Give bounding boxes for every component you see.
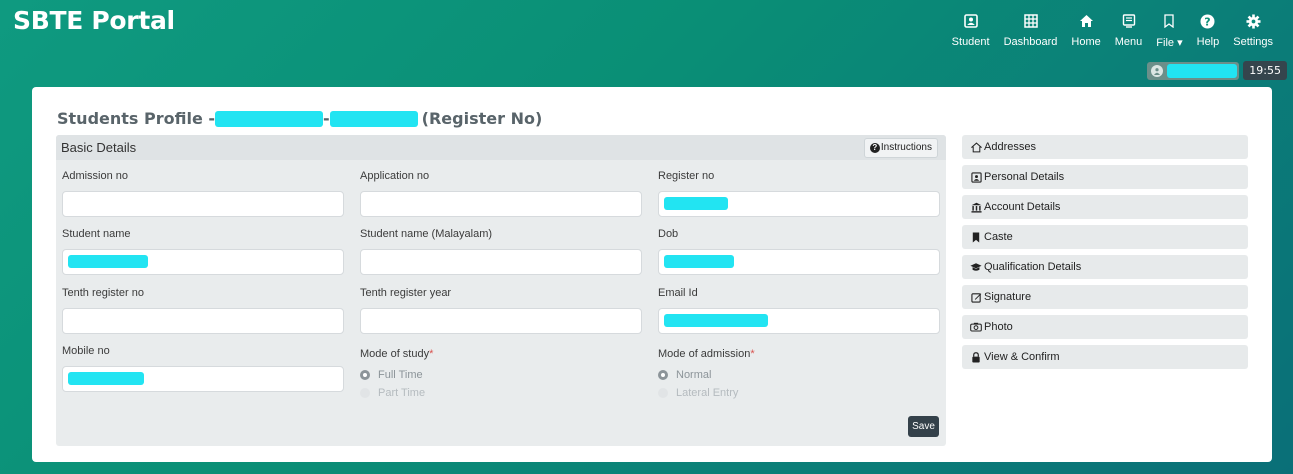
student-name-field: Student name xyxy=(62,228,344,275)
radio-selected-icon xyxy=(658,370,668,380)
redacted-value xyxy=(68,372,144,385)
radio-full-time[interactable]: Full Time xyxy=(360,369,642,381)
register-no-field: Register no xyxy=(658,170,940,217)
mobile-no-field: Mobile no xyxy=(62,345,344,392)
redacted-value xyxy=(664,314,768,327)
menu-icon xyxy=(1122,10,1136,32)
mode-of-admission-group: Mode of admission* Normal Lateral Entry xyxy=(658,348,940,399)
email-id-field: Email Id xyxy=(658,287,940,334)
mode-of-study-group: Mode of study* Full Time Part Time xyxy=(360,348,642,399)
redacted-value xyxy=(664,255,734,268)
redacted-register-no xyxy=(329,110,418,127)
radio-lateral-entry[interactable]: Lateral Entry xyxy=(658,387,940,399)
admission-no-input[interactable] xyxy=(62,191,344,217)
app-title: SBTE Portal xyxy=(13,6,175,35)
student-icon xyxy=(963,10,978,32)
sidebar-item-qualification-details[interactable]: Qualification Details xyxy=(962,255,1248,279)
lock-icon xyxy=(970,351,982,363)
sidebar-item-caste[interactable]: Caste xyxy=(962,225,1248,249)
redacted-username xyxy=(1167,63,1238,78)
application-no-input[interactable] xyxy=(360,191,642,217)
redacted-value xyxy=(664,197,728,210)
nav-help[interactable]: ? Help xyxy=(1190,10,1227,49)
bank-icon xyxy=(970,201,982,213)
edit-icon xyxy=(970,291,982,303)
save-button[interactable]: Save xyxy=(908,416,939,437)
application-no-field: Application no xyxy=(360,170,642,217)
gear-icon xyxy=(1246,10,1261,32)
student-name-malayalam-input[interactable] xyxy=(360,249,642,275)
camera-icon xyxy=(970,321,982,333)
user-icon xyxy=(1151,64,1164,77)
sidebar-item-personal-details[interactable]: Personal Details xyxy=(962,165,1248,189)
radio-selected-icon xyxy=(360,370,370,380)
svg-text:?: ? xyxy=(1205,15,1211,28)
sidebar-item-addresses[interactable]: Addresses xyxy=(962,135,1248,159)
home-outline-icon xyxy=(970,141,982,153)
instructions-button[interactable]: ? Instructions xyxy=(863,137,938,158)
sidebar-item-account-details[interactable]: Account Details xyxy=(962,195,1248,219)
student-name-malayalam-field: Student name (Malayalam) xyxy=(360,228,642,275)
nav-settings[interactable]: Settings xyxy=(1226,10,1280,49)
nav-menu[interactable]: Menu xyxy=(1108,10,1150,49)
nav-home[interactable]: Home xyxy=(1064,10,1107,49)
clock: 19:55 xyxy=(1243,61,1287,80)
sidebar-item-photo[interactable]: Photo xyxy=(962,315,1248,339)
profile-card: Students Profile - - (Register No) Basic… xyxy=(32,87,1272,462)
profile-sidebar: Addresses Personal Details Account Detai… xyxy=(962,135,1248,375)
bookmark-icon xyxy=(970,231,982,243)
page-title: Students Profile - - (Register No) xyxy=(57,109,543,128)
tenth-register-year-input[interactable] xyxy=(360,308,642,334)
graduation-cap-icon xyxy=(970,261,982,273)
bookmark-icon xyxy=(1163,10,1175,32)
chevron-down-icon: ▾ xyxy=(1177,37,1183,49)
basic-details-panel: Basic Details ? Instructions Admission n… xyxy=(56,135,946,446)
nav-dashboard[interactable]: Dashboard xyxy=(997,10,1065,49)
panel-title: Basic Details xyxy=(61,140,137,155)
sidebar-item-signature[interactable]: Signature xyxy=(962,285,1248,309)
tenth-register-no-input[interactable] xyxy=(62,308,344,334)
radio-part-time[interactable]: Part Time xyxy=(360,387,642,399)
sidebar-item-view-confirm[interactable]: View & Confirm xyxy=(962,345,1248,369)
user-bar: 19:55 xyxy=(1147,61,1287,80)
tenth-register-no-field: Tenth register no xyxy=(62,287,344,334)
tenth-register-year-field: Tenth register year xyxy=(360,287,642,334)
redacted-student-name xyxy=(215,110,324,127)
dashboard-icon xyxy=(1023,10,1038,32)
nav-student[interactable]: Student xyxy=(945,10,997,49)
home-icon xyxy=(1079,10,1094,32)
info-icon: ? xyxy=(869,142,880,153)
radio-unselected-icon xyxy=(658,388,668,398)
radio-normal[interactable]: Normal xyxy=(658,369,940,381)
user-menu[interactable] xyxy=(1147,61,1240,80)
radio-unselected-icon xyxy=(360,388,370,398)
redacted-value xyxy=(68,255,148,268)
basic-details-header: Basic Details ? Instructions xyxy=(56,135,946,160)
dob-field: Dob xyxy=(658,228,940,275)
nav-file[interactable]: File ▾ xyxy=(1149,10,1189,49)
id-card-icon xyxy=(970,171,982,183)
help-icon: ? xyxy=(1200,10,1215,32)
top-navigation: Student Dashboard Home Menu File ▾ ? Hel… xyxy=(945,10,1280,49)
admission-no-field: Admission no xyxy=(62,170,344,217)
